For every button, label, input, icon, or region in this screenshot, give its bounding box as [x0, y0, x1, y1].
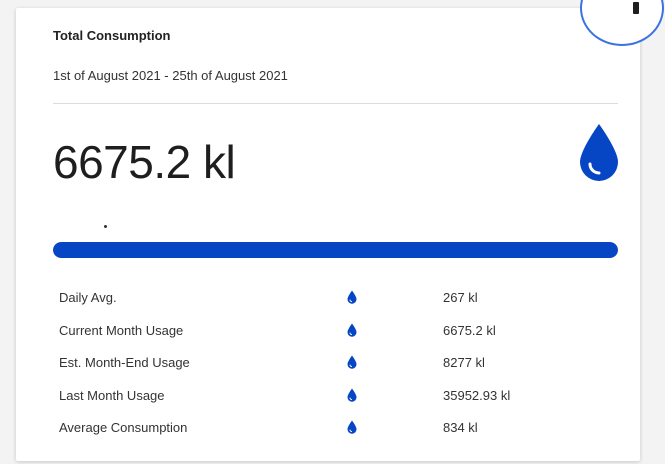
water-drop-icon	[347, 323, 357, 337]
stat-value: 35952.93 kl	[443, 387, 511, 403]
stats-list: Daily Avg. 267 kl Current Month Usage 6675.…	[59, 283, 619, 446]
total-consumption-value: 6675.2 kl	[53, 136, 236, 188]
stat-value: 6675.2 kl	[443, 322, 496, 338]
stat-row: Est. Month-End Usage 8277 kl	[59, 348, 619, 381]
divider	[53, 103, 618, 104]
card-title: Total Consumption	[53, 28, 171, 43]
dot-marker	[104, 225, 107, 228]
corner-button-icon	[633, 2, 639, 14]
water-drop-icon	[347, 290, 357, 304]
stat-row: Daily Avg. 267 kl	[59, 283, 619, 316]
stat-row: Current Month Usage 6675.2 kl	[59, 316, 619, 349]
stat-value: 267 kl	[443, 290, 478, 305]
water-drop-icon	[347, 355, 357, 369]
consumption-progress-bar	[53, 242, 618, 258]
water-drop-icon	[347, 420, 357, 434]
stat-value: 834 kl	[443, 420, 478, 435]
water-drop-icon	[347, 388, 357, 402]
total-consumption-card: Total Consumption 1st of August 2021 - 2…	[16, 8, 640, 461]
stat-row: Average Consumption 834 kl	[59, 413, 619, 446]
stat-label: Last Month Usage	[59, 387, 165, 403]
stat-label: Daily Avg.	[59, 290, 117, 305]
stat-label: Average Consumption	[59, 420, 188, 435]
date-range: 1st of August 2021 - 25th of August 2021	[53, 68, 288, 83]
consumption-progress-fill	[53, 242, 618, 258]
stat-value: 8277 kl	[443, 355, 485, 370]
water-drop-icon	[580, 124, 618, 181]
stat-label: Current Month Usage	[59, 322, 184, 338]
stat-label: Est. Month-End Usage	[59, 355, 190, 370]
stat-row: Last Month Usage 35952.93 kl	[59, 381, 619, 414]
